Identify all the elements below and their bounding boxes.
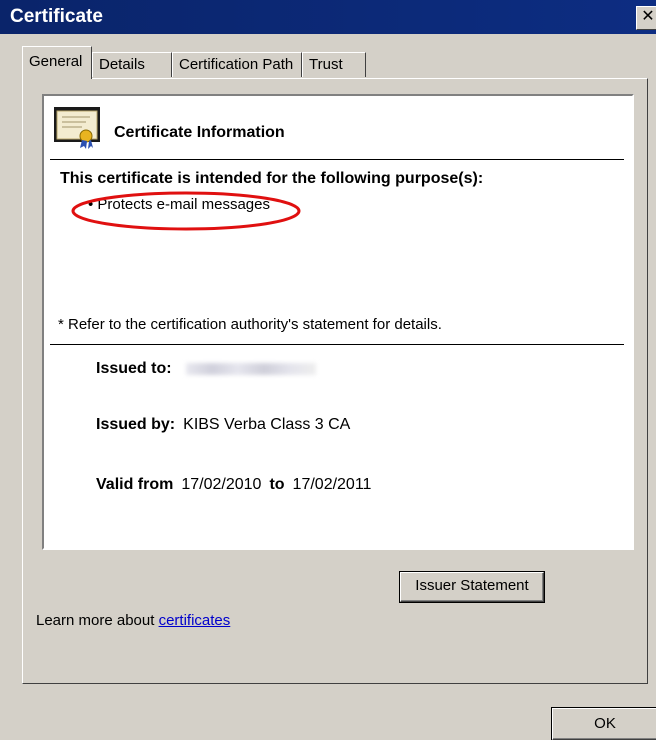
certificate-information-title: Certificate Information (114, 124, 285, 141)
highlight-ellipse (71, 191, 301, 231)
footnote: * Refer to the certification authority's… (58, 316, 442, 333)
issuer-statement-button[interactable]: Issuer Statement (400, 572, 544, 602)
certificates-link[interactable]: certificates (159, 612, 231, 629)
separator (50, 159, 624, 160)
issued-by-label: Issued by: (96, 416, 176, 433)
close-button[interactable]: ✕ (636, 6, 656, 30)
issued-to-label: Issued to: (96, 360, 172, 377)
ok-button[interactable]: OK (552, 708, 656, 740)
window-title: Certificate (10, 6, 103, 27)
valid-to-label: to (269, 476, 285, 493)
tab-certification-path[interactable]: Certification Path (172, 52, 302, 77)
certificate-icon (52, 104, 102, 150)
valid-to-value: 17/02/2011 (292, 476, 372, 493)
tab-trust[interactable]: Trust (302, 52, 366, 77)
certificate-information-box: Certificate Information This certificate… (42, 94, 634, 550)
valid-from-value: 17/02/2010 (181, 476, 262, 493)
learn-more-text: Learn more about certificates (36, 612, 230, 629)
certificate-dialog: Certificate ✕ General Details Certificat… (0, 0, 656, 740)
issued-by-value: KIBS Verba Class 3 CA (183, 416, 351, 433)
learn-more-prefix: Learn more about (36, 612, 159, 629)
issued-to-row: Issued to: (96, 360, 316, 378)
title-bar[interactable]: Certificate ✕ (0, 0, 656, 34)
validity-row: Valid from 17/02/2010 to 17/02/2011 (96, 476, 371, 494)
purpose-heading: This certificate is intended for the fol… (60, 170, 484, 187)
close-icon: ✕ (641, 8, 655, 25)
separator (50, 344, 624, 345)
tab-details[interactable]: Details (92, 52, 172, 77)
tab-general[interactable]: General (22, 46, 92, 79)
issued-to-value-redacted (185, 362, 316, 375)
issued-by-row: Issued by: KIBS Verba Class 3 CA (96, 416, 350, 434)
valid-from-label: Valid from (96, 476, 174, 493)
